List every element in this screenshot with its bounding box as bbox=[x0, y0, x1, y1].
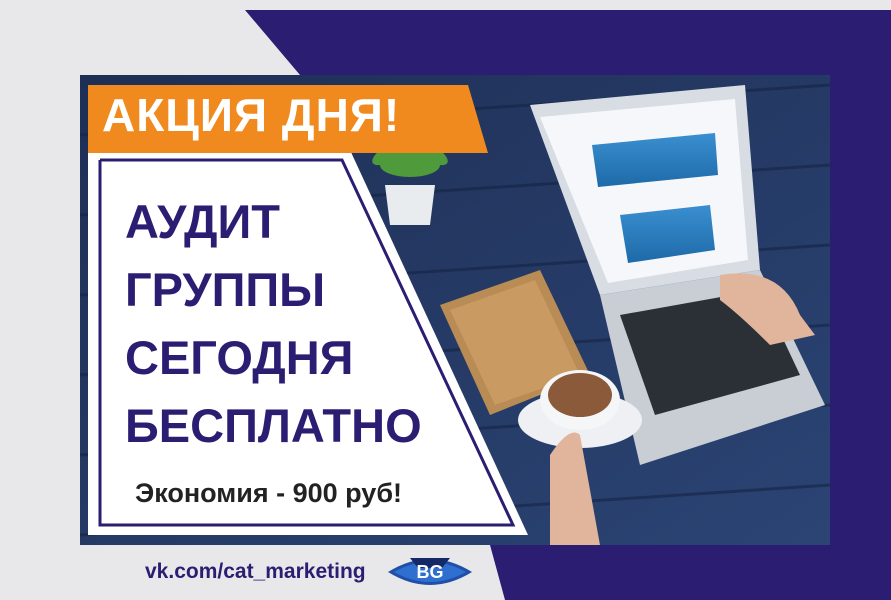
savings-text: Экономия - 900 руб! bbox=[135, 478, 402, 508]
headline-line-2: ГРУППЫ bbox=[125, 263, 326, 316]
headline-line-4: БЕСПЛАТНО bbox=[125, 399, 422, 452]
logo-text: BG bbox=[417, 562, 444, 582]
headline: АУДИТ ГРУППЫ СЕГОДНЯ БЕСПЛАТНО bbox=[125, 188, 422, 460]
headline-line-3: СЕГОДНЯ bbox=[125, 331, 354, 384]
footer-link[interactable]: vk.com/cat_marketing bbox=[145, 560, 366, 584]
promo-banner-label: АКЦИЯ ДНЯ! bbox=[102, 89, 401, 141]
bg-logo-icon: BG bbox=[388, 558, 472, 585]
headline-line-1: АУДИТ bbox=[125, 195, 280, 248]
